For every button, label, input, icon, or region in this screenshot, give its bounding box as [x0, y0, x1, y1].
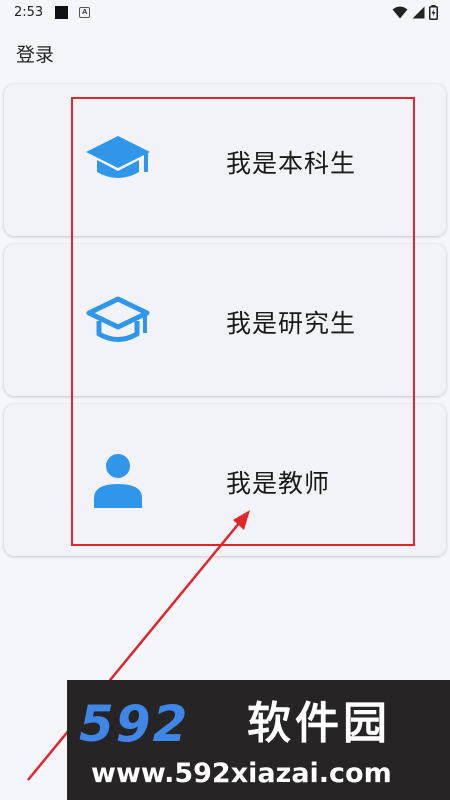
undergraduate-label: 我是本科生 — [226, 149, 357, 178]
undergraduate-login-card[interactable]: 我是本科生 — [4, 84, 446, 236]
teacher-label: 我是教师 — [226, 469, 331, 498]
status-bar: 2:53 A — [0, 0, 450, 24]
battery-icon — [429, 4, 438, 20]
graduate-login-card[interactable]: 我是研究生 — [4, 244, 446, 396]
person-icon — [94, 454, 142, 508]
graduate-label: 我是研究生 — [226, 309, 357, 338]
watermark-url: www.592xiazai.com — [91, 758, 392, 789]
graduation-cap-outline-icon — [86, 296, 150, 342]
status-time: 2:53 — [14, 4, 44, 20]
graduation-cap-filled-icon — [86, 136, 150, 178]
status-right-icons — [392, 4, 438, 20]
watermark-logo: 592 — [79, 695, 190, 753]
teacher-login-card[interactable]: 我是教师 — [4, 404, 446, 556]
watermark-brand: 软件园 — [247, 698, 391, 749]
watermark-banner: 592 软件园 www.592xiazai.com — [67, 680, 450, 800]
notification-square-icon — [55, 5, 69, 19]
signal-icon — [412, 6, 425, 18]
a-app-icon: A — [79, 6, 91, 18]
page-title: 登录 — [16, 44, 55, 66]
wifi-icon — [392, 6, 408, 18]
